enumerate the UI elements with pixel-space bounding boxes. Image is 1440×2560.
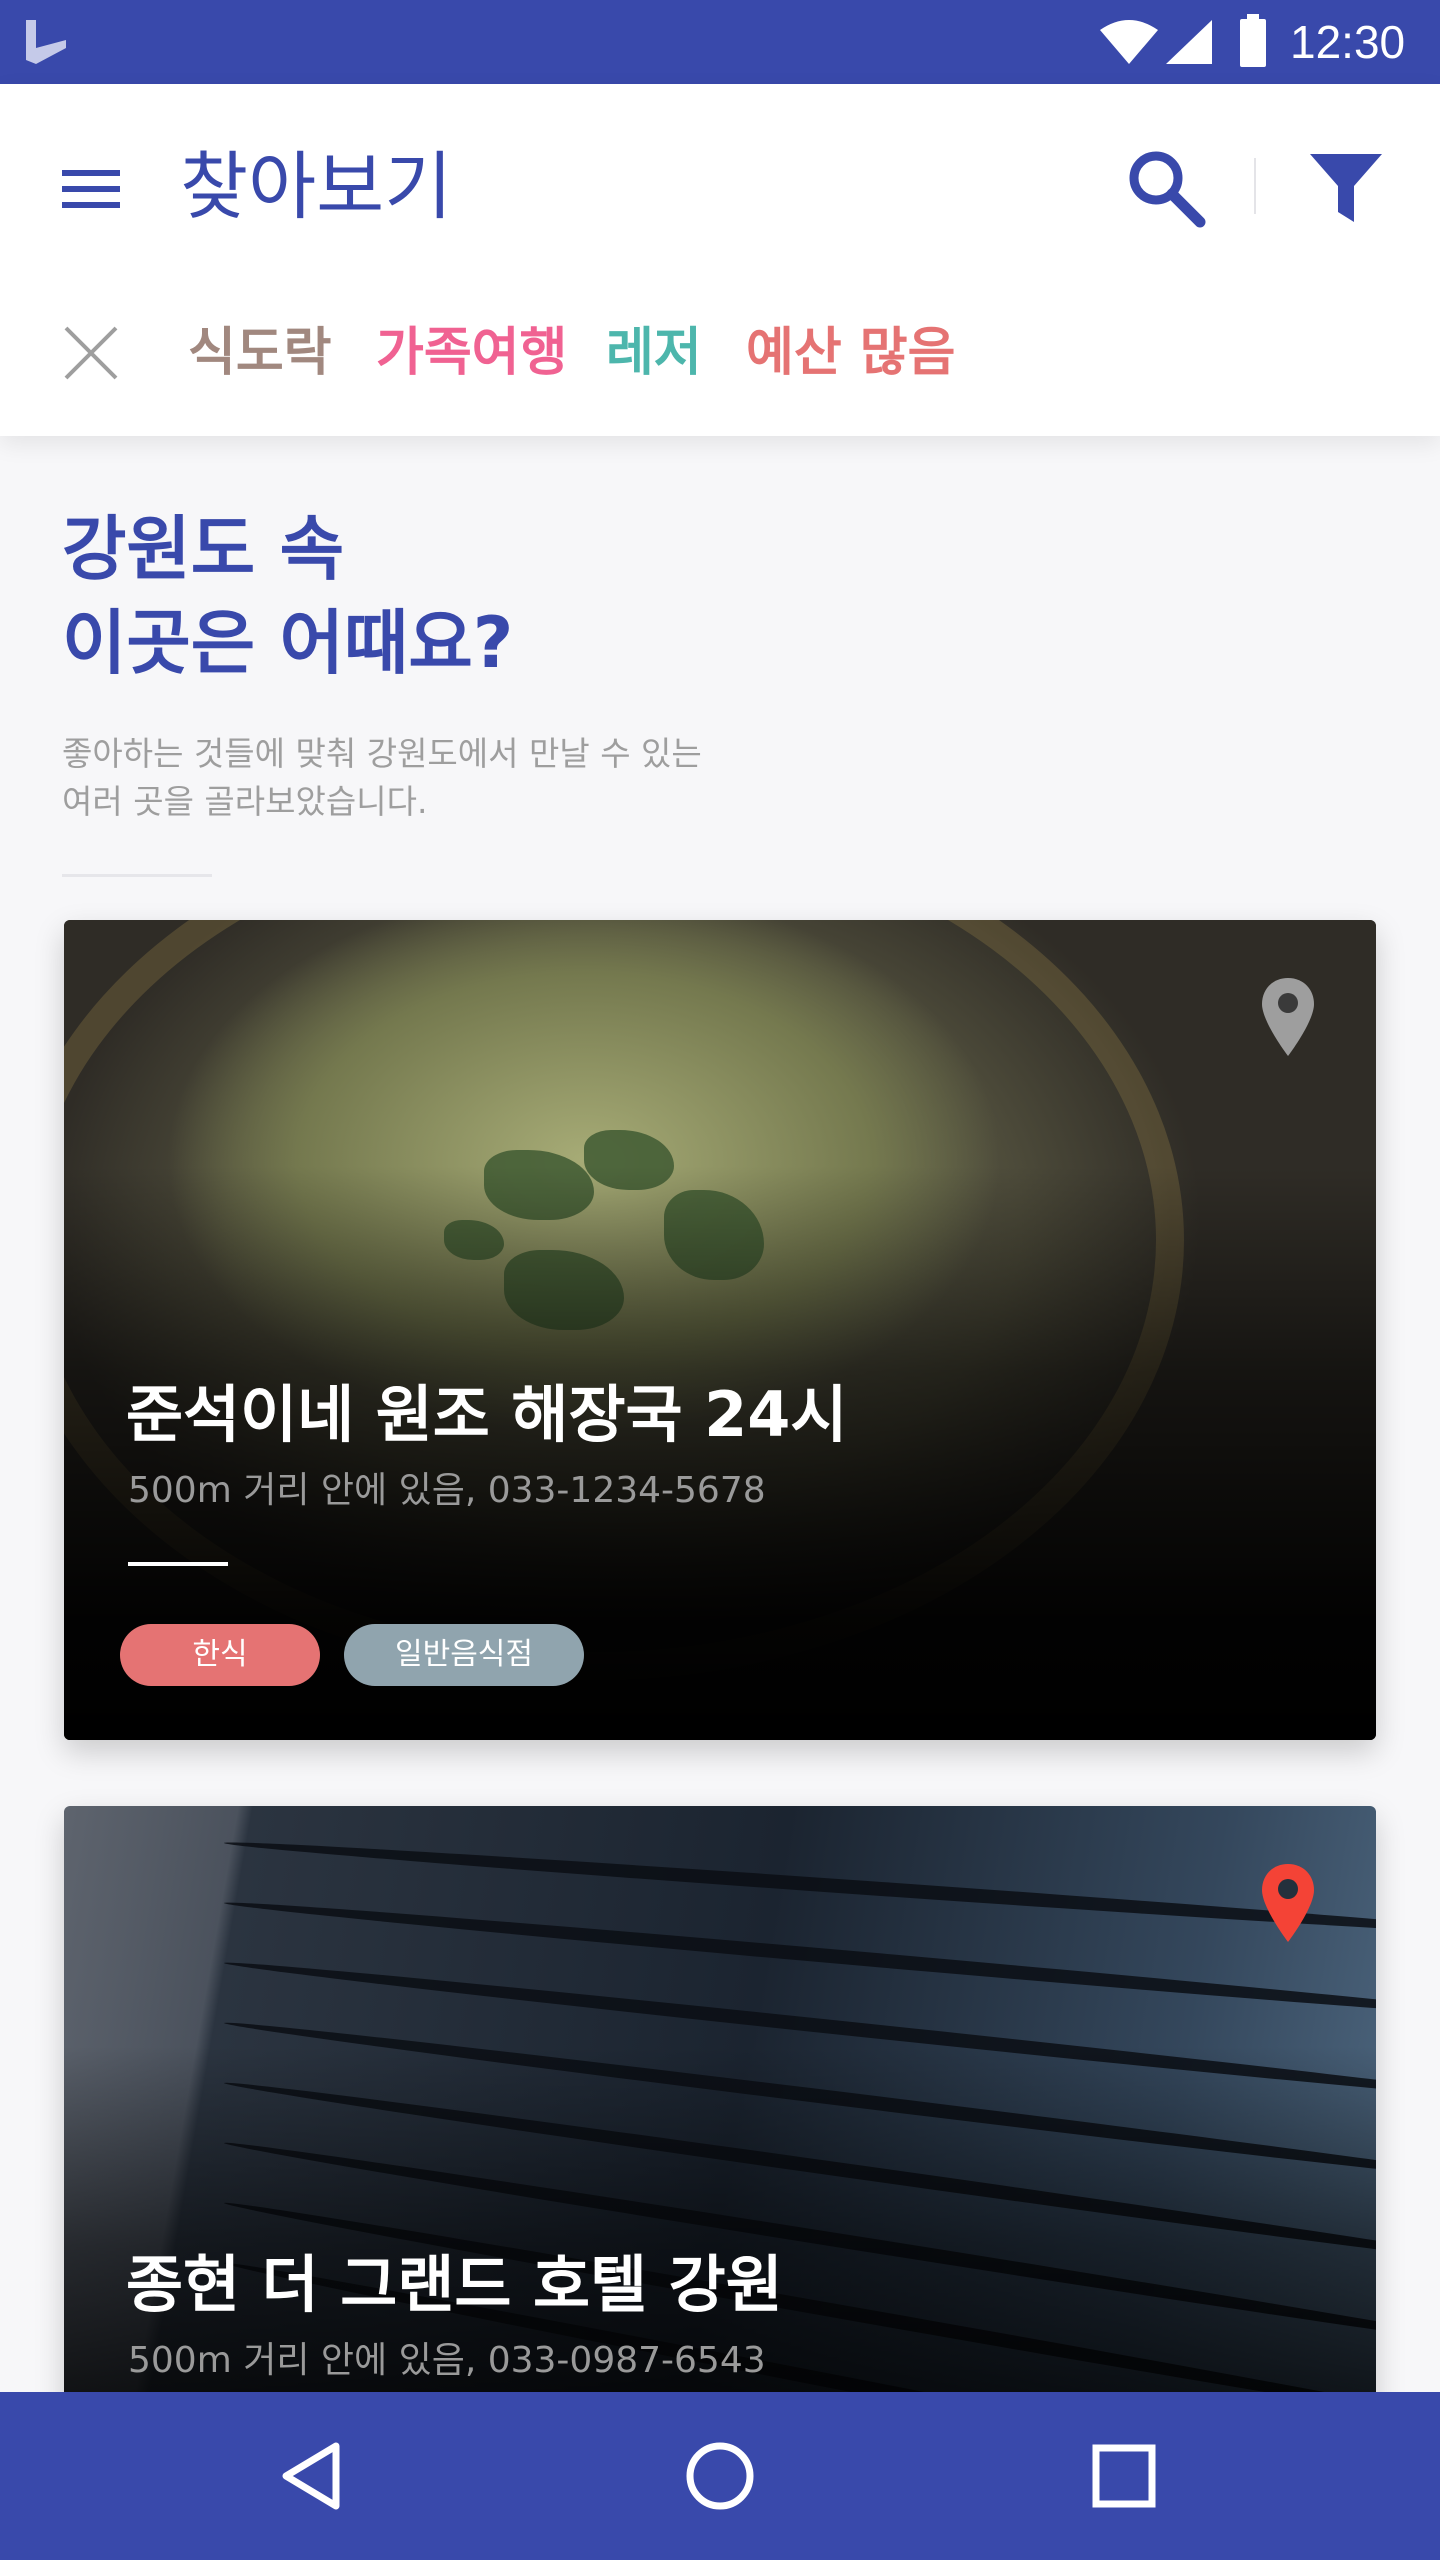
filter-chip-food[interactable]: 식도락: [188, 320, 332, 386]
card-subtitle: 500m 거리 안에 있음, 033-1234-5678: [128, 1470, 766, 1511]
location-pin-icon[interactable]: [1260, 1862, 1316, 1944]
status-bar: 12:30: [0, 0, 1440, 84]
card-subtitle: 500m 거리 안에 있음, 033-0987-6543: [128, 2340, 766, 2381]
filter-chip-big-budget[interactable]: 예산 많음: [746, 320, 955, 386]
app-bar: 찾아보기 식도락 가족여행 레저 예산 많음: [0, 84, 1440, 436]
filter-chip-family-trip[interactable]: 가족여행: [376, 320, 567, 386]
recent-apps-icon[interactable]: [1076, 2428, 1172, 2524]
back-icon[interactable]: [268, 2428, 364, 2524]
close-icon[interactable]: [60, 322, 122, 384]
filter-icon[interactable]: [1306, 146, 1386, 230]
navigation-bar: [0, 2392, 1440, 2560]
card-title: 종현 더 그랜드 호텔 강원: [126, 2248, 783, 2321]
intro-title: 강원도 속 이곳은 어때요?: [62, 502, 513, 690]
status-time: 12:30: [1290, 16, 1406, 68]
search-icon[interactable]: [1124, 146, 1208, 230]
battery-icon: [1240, 14, 1266, 67]
signal-icon: [1166, 20, 1212, 64]
intro-title-line1: 강원도 속: [62, 508, 344, 590]
home-icon[interactable]: [672, 2428, 768, 2524]
tag-restaurant[interactable]: 일반음식점: [344, 1624, 584, 1686]
filter-chips: 식도락 가족여행 레저 예산 많음: [0, 300, 1440, 410]
intro-description: 좋아하는 것들에 맞춰 강원도에서 만날 수 있는 여러 곳을 골라보았습니다.: [62, 730, 822, 826]
page-title: 찾아보기: [180, 144, 453, 230]
intro-desc-line2: 여러 곳을 골라보았습니다.: [62, 782, 428, 821]
intro-title-line2: 이곳은 어때요?: [62, 602, 514, 684]
tag-korean-food[interactable]: 한식: [120, 1624, 320, 1686]
menu-icon[interactable]: [60, 156, 124, 220]
filter-chip-leisure[interactable]: 레저: [606, 320, 702, 386]
intro-desc-line1: 좋아하는 것들에 맞춰 강원도에서 만날 수 있는: [62, 734, 702, 773]
place-card[interactable]: 준석이네 원조 해장국 24시 500m 거리 안에 있음, 033-1234-…: [64, 920, 1376, 1740]
app-logo-icon: [26, 20, 66, 64]
intro-divider: [62, 874, 212, 877]
card-title: 준석이네 원조 해장국 24시: [126, 1378, 848, 1451]
app-bar-divider: [1254, 158, 1256, 214]
wifi-icon: [1100, 20, 1158, 64]
location-pin-icon[interactable]: [1260, 976, 1316, 1058]
card-divider: [128, 1562, 228, 1566]
